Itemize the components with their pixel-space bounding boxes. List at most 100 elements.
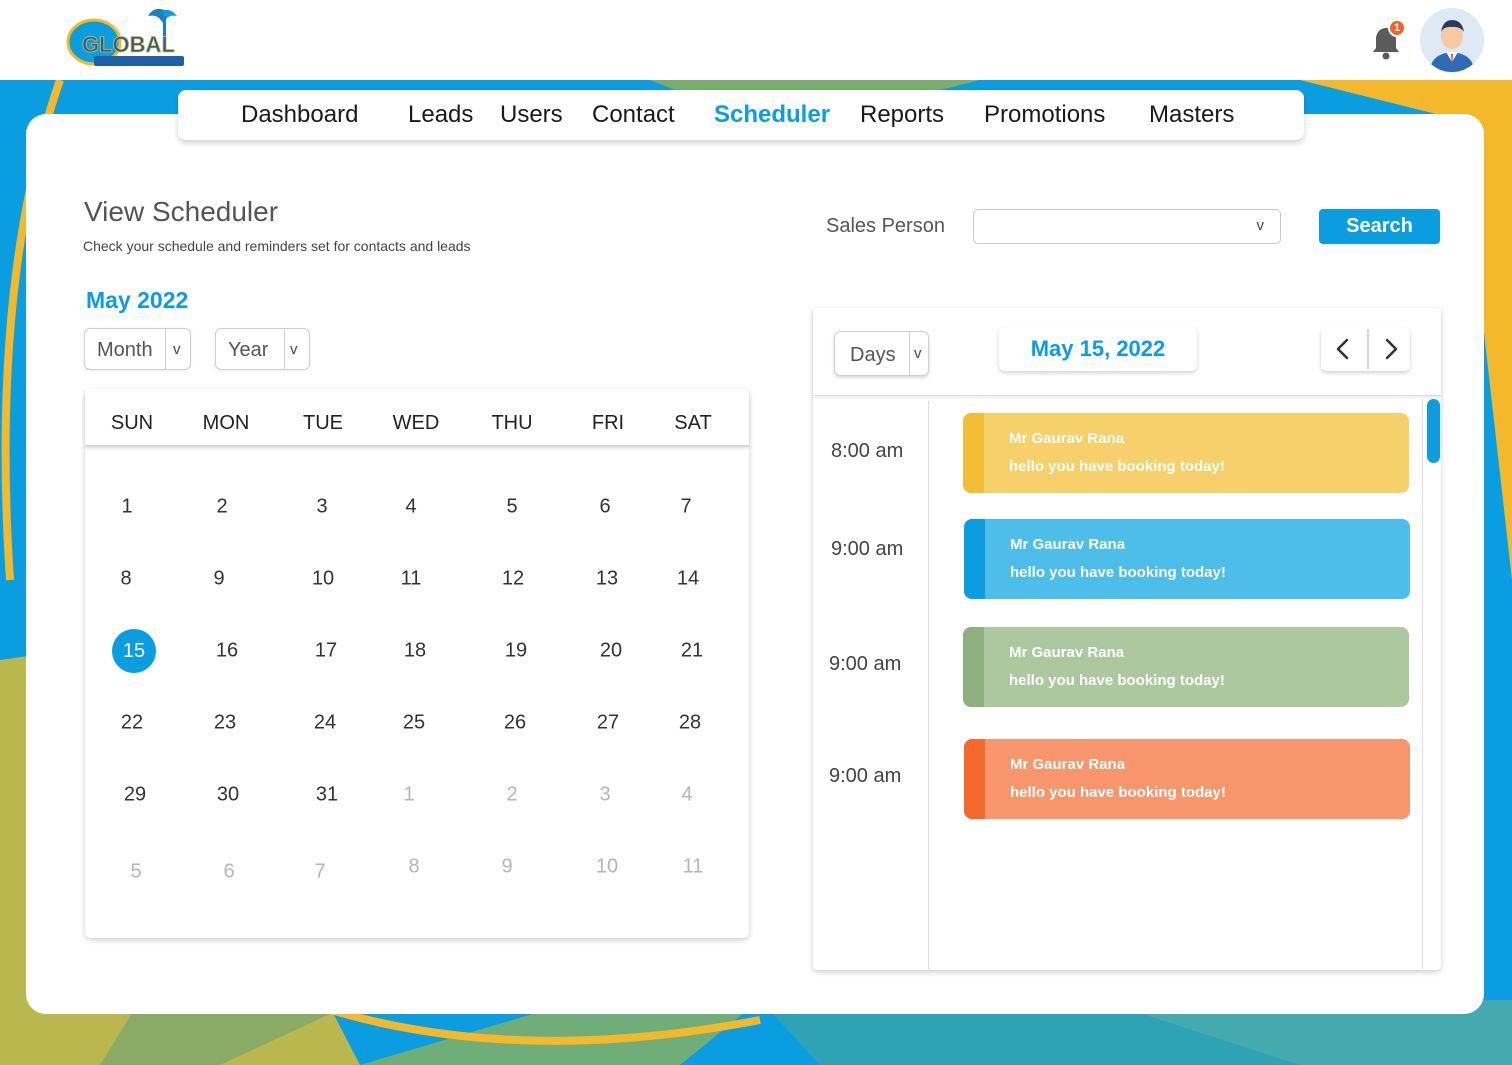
calendar-day[interactable]: 2 <box>216 496 227 519</box>
calendar-day[interactable]: 23 <box>214 712 236 735</box>
event-card[interactable]: Mr Gaurav Rana hello you have booking to… <box>963 627 1409 707</box>
calendar-day[interactable]: 31 <box>316 784 338 807</box>
divider <box>165 329 166 369</box>
calendar-day[interactable]: 6 <box>599 496 610 519</box>
view-mode-select[interactable]: Days v <box>834 331 929 376</box>
event-contact-name: Mr Gaurav Rana <box>1010 536 1126 553</box>
user-avatar[interactable] <box>1420 8 1484 72</box>
weekday-label: MON <box>202 412 250 434</box>
event-message: hello you have booking today! <box>1010 784 1226 801</box>
calendar-day-next-month[interactable]: 3 <box>599 784 610 807</box>
nav-contact[interactable]: Contact <box>592 101 675 129</box>
calendar-day-next-month[interactable]: 6 <box>223 861 234 884</box>
calendar-day[interactable]: 18 <box>404 640 426 663</box>
calendar-day-next-month[interactable]: 1 <box>403 784 414 807</box>
nav-masters[interactable]: Masters <box>1149 101 1234 129</box>
schedule-scrollbar-thumb[interactable] <box>1427 399 1440 463</box>
previous-day-button[interactable] <box>1321 327 1365 371</box>
weekday-label: TUE <box>303 412 343 434</box>
event-card[interactable]: Mr Gaurav Rana hello you have booking to… <box>964 519 1410 599</box>
calendar-day[interactable]: 1 <box>121 496 132 519</box>
search-button[interactable]: Search <box>1319 209 1440 244</box>
page-title: View Scheduler <box>84 196 279 227</box>
month-calendar: SUN MON TUE WED THU FRI SAT 1 2 3 4 5 6 … <box>85 389 749 938</box>
calendar-day[interactable]: 21 <box>681 640 703 663</box>
day-schedule-panel: Days v May 15, 2022 8:00 am 9:00 am 9:00… <box>813 308 1441 970</box>
company-logo[interactable]: GLOBAL <box>64 4 194 74</box>
view-mode-label: Days <box>850 344 896 366</box>
calendar-day[interactable]: 3 <box>316 496 327 519</box>
calendar-day[interactable]: 25 <box>403 712 425 735</box>
calendar-day[interactable]: 27 <box>597 712 619 735</box>
calendar-day[interactable]: 10 <box>312 568 334 591</box>
top-header: GLOBAL 1 <box>0 0 1512 80</box>
calendar-day[interactable]: 19 <box>505 640 527 663</box>
calendar-day[interactable]: 12 <box>502 568 524 591</box>
chevron-down-icon: v <box>1256 217 1265 234</box>
calendar-day[interactable]: 24 <box>314 712 336 735</box>
event-card[interactable]: Mr Gaurav Rana hello you have booking to… <box>963 413 1409 493</box>
calendar-day[interactable]: 28 <box>679 712 701 735</box>
time-slot-label: 9:00 am <box>829 765 902 787</box>
year-select[interactable]: Year v <box>215 328 310 370</box>
nav-dashboard[interactable]: Dashboard <box>241 101 358 129</box>
calendar-day[interactable]: 16 <box>216 640 238 663</box>
calendar-day[interactable]: 7 <box>680 496 691 519</box>
nav-promotions[interactable]: Promotions <box>984 101 1105 129</box>
chevron-down-icon: v <box>914 345 922 362</box>
calendar-day-next-month[interactable]: 5 <box>130 861 141 884</box>
time-slot-label: 9:00 am <box>831 538 904 560</box>
logo-graphic: GLOBAL <box>66 8 184 66</box>
nav-scheduler[interactable]: Scheduler <box>714 101 830 129</box>
calendar-day[interactable]: 26 <box>504 712 526 735</box>
weekday-label: THU <box>491 412 533 434</box>
calendar-day[interactable]: 14 <box>677 568 699 591</box>
event-message: hello you have booking today! <box>1010 564 1226 581</box>
page-subtitle: Check your schedule and reminders set fo… <box>83 238 471 254</box>
next-day-button[interactable] <box>1369 327 1413 371</box>
sales-person-select[interactable]: v <box>973 209 1281 244</box>
main-navigation: Dashboard Leads Users Contact Scheduler … <box>178 90 1304 140</box>
calendar-day-next-month[interactable]: 8 <box>408 856 419 879</box>
chevron-right-icon <box>1385 338 1398 360</box>
calendar-day-next-month[interactable]: 9 <box>501 856 512 879</box>
event-card[interactable]: Mr Gaurav Rana hello you have booking to… <box>964 739 1410 819</box>
calendar-day[interactable]: 13 <box>596 568 618 591</box>
calendar-day[interactable]: 8 <box>120 568 131 591</box>
calendar-day[interactable]: 20 <box>600 640 622 663</box>
weekday-label: SUN <box>110 412 154 434</box>
calendar-day[interactable]: 9 <box>213 568 224 591</box>
calendar-day-next-month[interactable]: 11 <box>683 856 704 879</box>
chevron-left-icon <box>1336 338 1349 360</box>
current-date: May 15, 2022 <box>999 327 1197 371</box>
divider <box>909 332 910 375</box>
calendar-day-next-month[interactable]: 4 <box>681 784 692 807</box>
svg-text:GLOBAL: GLOBAL <box>82 32 175 57</box>
nav-users[interactable]: Users <box>500 101 563 129</box>
event-contact-name: Mr Gaurav Rana <box>1009 430 1125 447</box>
calendar-day[interactable]: 22 <box>121 712 143 735</box>
notification-count-badge: 1 <box>1388 19 1406 37</box>
weekday-label: FRI <box>591 412 625 434</box>
event-contact-name: Mr Gaurav Rana <box>1010 756 1126 773</box>
calendar-day[interactable]: 17 <box>315 640 337 663</box>
chevron-down-icon: v <box>173 341 181 358</box>
calendar-day[interactable]: 11 <box>401 568 422 591</box>
calendar-day-next-month[interactable]: 7 <box>314 861 325 884</box>
calendar-day-selected[interactable]: 15 <box>112 629 156 673</box>
month-select[interactable]: Month v <box>84 328 191 370</box>
calendar-day[interactable]: 29 <box>124 784 146 807</box>
schedule-scrollbar[interactable] <box>1422 399 1440 969</box>
day-schedule-header: Days v May 15, 2022 <box>813 308 1441 396</box>
calendar-day-next-month[interactable]: 10 <box>596 856 618 879</box>
calendar-day-next-month[interactable]: 2 <box>506 784 517 807</box>
weekday-label: WED <box>392 412 440 434</box>
calendar-day[interactable]: 5 <box>506 496 517 519</box>
nav-leads[interactable]: Leads <box>408 101 473 129</box>
calendar-day[interactable]: 30 <box>217 784 239 807</box>
nav-reports[interactable]: Reports <box>860 101 944 129</box>
event-color-stripe <box>963 627 984 707</box>
calendar-day[interactable]: 4 <box>405 496 416 519</box>
chevron-down-icon: v <box>290 341 298 358</box>
divider <box>284 329 285 369</box>
